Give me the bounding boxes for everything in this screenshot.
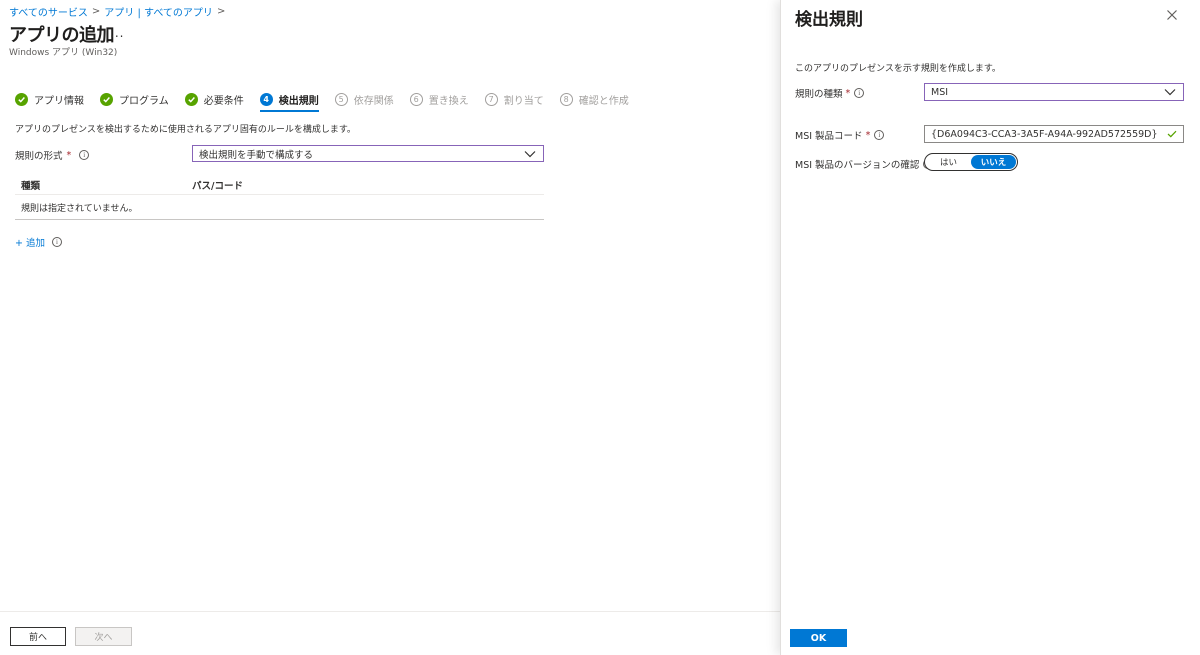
product-code-label: MSI 製品コード * i [795, 128, 885, 142]
step-label: アプリ情報 [34, 95, 84, 107]
info-icon[interactable]: i [854, 88, 865, 98]
info-icon[interactable]: i [79, 150, 90, 160]
page-subtitle: Windows アプリ (Win32) [9, 48, 118, 58]
close-icon[interactable] [1166, 9, 1178, 21]
rule-type-label-text: 規則の種類 [795, 89, 843, 100]
step-review-create[interactable]: 8 確認と作成 [559, 90, 629, 108]
column-header-type: 種類 [21, 181, 41, 192]
step-label: 割り当て [503, 95, 544, 107]
panel-footer: OK [781, 620, 1200, 655]
version-check-label-text: MSI 製品のバージョンの確認 [795, 160, 920, 171]
step-label: プログラム [119, 95, 169, 107]
step-label: 確認と作成 [578, 95, 629, 107]
page-title: アプリの追加 [9, 25, 115, 46]
step-label: 検出規則 [278, 95, 319, 107]
toggle-option-yes[interactable]: はい [926, 155, 971, 169]
step-label: 依存関係 [353, 95, 394, 107]
version-check-label: MSI 製品のバージョンの確認 i [795, 157, 934, 171]
chevron-right-icon: > [216, 6, 226, 17]
detection-description: アプリのプレゼンスを検出するために使用されるアプリ固有のルールを構成します。 [15, 125, 356, 135]
product-code-label-text: MSI 製品コード [795, 131, 863, 142]
empty-rules-message: 規則は指定されていません。 [15, 195, 544, 220]
ok-button[interactable]: OK [790, 629, 847, 647]
product-code-value: {D6A094C3-CCA3-3A5F-A94A-992AD572559D} [931, 128, 1158, 140]
add-rule-label: + 追加 [15, 238, 45, 249]
step-number-icon: 4 [259, 92, 273, 106]
wizard-steps: アプリ情報 プログラム 必要条件 4 検出規則 5 依存関係 6 置き換え 7 … [15, 90, 645, 112]
step-dependencies[interactable]: 5 依存関係 [334, 90, 394, 108]
add-rule-link[interactable]: + 追加 i [15, 235, 62, 249]
step-label: 必要条件 [203, 95, 244, 107]
step-number-icon: 6 [409, 92, 423, 106]
version-check-toggle[interactable]: はい いいえ [924, 153, 1018, 171]
step-detection-rules[interactable]: 4 検出規則 [259, 90, 319, 112]
rule-type-label: 規則の種類 * i [795, 86, 865, 100]
chevron-down-icon [524, 150, 536, 157]
chevron-down-icon [1164, 89, 1176, 96]
checkmark-icon [184, 92, 198, 106]
next-button[interactable]: 次へ [75, 627, 132, 646]
required-marker: * [865, 129, 871, 141]
step-requirements[interactable]: 必要条件 [184, 90, 244, 108]
step-program[interactable]: プログラム [100, 90, 169, 108]
checkmark-icon [15, 92, 28, 106]
step-number-icon: 5 [334, 92, 348, 106]
rule-format-dropdown[interactable]: 検出規則を手動で構成する [192, 145, 544, 162]
column-header-path-code: パス/コード [192, 181, 243, 192]
rules-table: 種類 パス/コード 規則は指定されていません。 [15, 176, 544, 220]
step-assignments[interactable]: 7 割り当て [484, 90, 544, 108]
wizard-footer: 前へ 次へ [0, 611, 780, 655]
breadcrumb: すべてのサービス > アプリ | すべてのアプリ > [9, 4, 225, 19]
more-icon[interactable]: ... [110, 26, 124, 40]
step-number-icon: 7 [484, 92, 498, 106]
step-label: 置き換え [428, 95, 469, 107]
rule-type-dropdown[interactable]: MSI [924, 83, 1184, 101]
step-number-icon: 8 [559, 92, 573, 106]
toggle-option-no[interactable]: いいえ [971, 155, 1016, 169]
panel-title: 検出規則 [795, 10, 863, 30]
info-icon[interactable]: i [51, 237, 62, 247]
checkmark-icon [1167, 130, 1177, 138]
required-marker: * [66, 149, 72, 161]
rule-format-label-text: 規則の形式 [15, 151, 63, 162]
rule-format-value: 検出規則を手動で構成する [199, 149, 314, 161]
info-icon[interactable]: i [874, 130, 885, 140]
chevron-right-icon: > [91, 6, 101, 17]
previous-button[interactable]: 前へ [10, 627, 66, 646]
breadcrumb-all-services[interactable]: すべてのサービス [9, 4, 88, 19]
product-code-input[interactable]: {D6A094C3-CCA3-3A5F-A94A-992AD572559D} [924, 125, 1184, 143]
step-app-info[interactable]: アプリ情報 [15, 90, 84, 108]
panel-description: このアプリのプレゼンスを示す規則を作成します。 [795, 64, 1001, 74]
checkmark-icon [100, 92, 113, 106]
rule-type-value: MSI [931, 86, 949, 98]
breadcrumb-apps[interactable]: アプリ | すべてのアプリ [104, 4, 213, 19]
table-header: 種類 パス/コード [15, 176, 544, 195]
required-marker: * [845, 87, 851, 99]
step-supersedence[interactable]: 6 置き換え [409, 90, 469, 108]
rule-format-label: 規則の形式 * i [15, 148, 90, 162]
main-blade: すべてのサービス > アプリ | すべてのアプリ > アプリの追加 ... Wi… [0, 0, 780, 655]
detection-rule-panel: 検出規則 このアプリのプレゼンスを示す規則を作成します。 規則の種類 * i M… [780, 0, 1200, 655]
